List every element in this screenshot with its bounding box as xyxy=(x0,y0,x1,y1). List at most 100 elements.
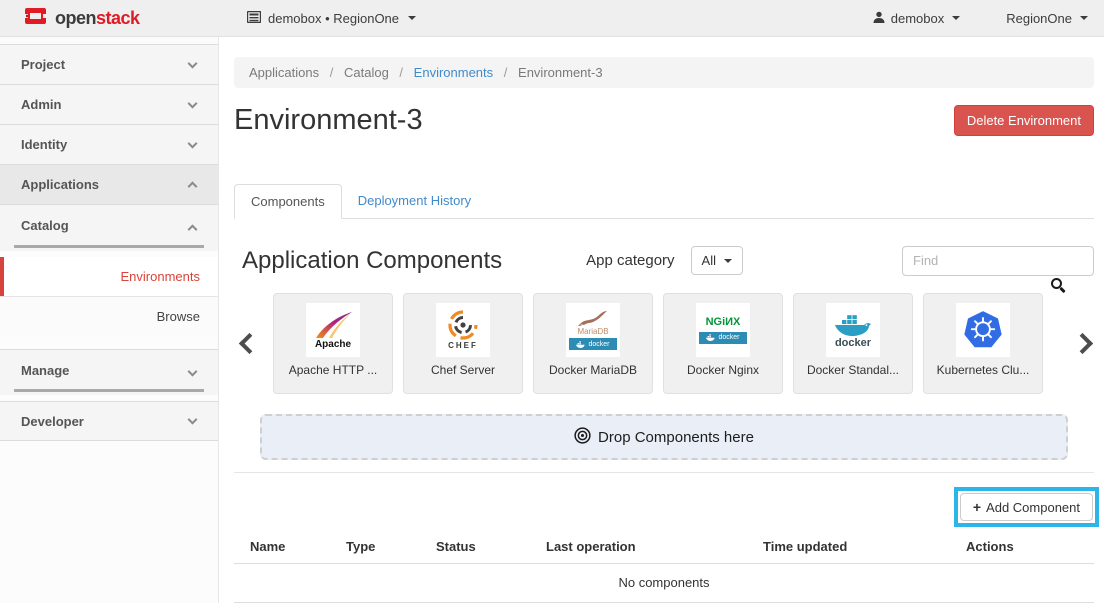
tab-deployment-history[interactable]: Deployment History xyxy=(342,184,487,218)
app-card-label: Chef Server xyxy=(404,363,522,377)
chevron-down-icon xyxy=(408,16,416,20)
horizon-dashboard: openstack demobox • RegionOne xyxy=(0,0,1104,603)
sidebar-item-catalog[interactable]: Catalog xyxy=(0,205,218,251)
sidebar-item-environments[interactable]: Environments xyxy=(0,257,218,297)
chevron-down-icon xyxy=(188,58,198,68)
openstack-logo-text: openstack xyxy=(55,8,140,29)
column-header-last-operation: Last operation xyxy=(538,531,755,564)
sidebar: Project Admin Identity Applications Cata… xyxy=(0,37,219,603)
column-header-status: Status xyxy=(428,531,538,564)
app-card-docker-mariadb[interactable]: MariaDB docker Dock xyxy=(533,293,653,394)
table-empty-row: No components xyxy=(234,564,1094,603)
user-icon xyxy=(873,11,885,26)
plus-icon: + xyxy=(973,499,981,515)
sidebar-item-browse[interactable]: Browse xyxy=(0,297,218,337)
app-card-docker-standalone[interactable]: docker Docker Standal... xyxy=(793,293,913,394)
page-header: Environment-3 Delete Environment xyxy=(234,103,1094,137)
docker-badge-text: docker xyxy=(718,334,739,341)
carousel-prev-button[interactable] xyxy=(239,333,260,354)
sidebar-group-indicator xyxy=(14,245,204,248)
sidebar-item-identity[interactable]: Identity xyxy=(0,125,218,165)
column-header-type: Type xyxy=(338,531,428,564)
apache-logo-text: Apache xyxy=(315,340,351,350)
sidebar-group-indicator xyxy=(14,389,204,392)
column-header-name: Name xyxy=(234,531,338,564)
chevron-down-icon xyxy=(188,138,198,148)
sidebar-item-label: Applications xyxy=(21,177,99,192)
app-card-apache[interactable]: Apache Apache HTTP ... xyxy=(273,293,393,394)
sidebar-item-label: Browse xyxy=(157,309,200,324)
chef-logo-text: CHEF xyxy=(448,342,478,350)
delete-environment-button[interactable]: Delete Environment xyxy=(954,105,1094,136)
context-switcher-label: demobox • RegionOne xyxy=(268,11,399,26)
chef-logo-icon: CHEF xyxy=(436,303,490,357)
sidebar-item-admin[interactable]: Admin xyxy=(0,85,218,125)
app-card-label: Docker Nginx xyxy=(664,363,782,377)
column-header-actions: Actions xyxy=(958,531,1094,564)
sidebar-item-label: Environments xyxy=(121,269,200,284)
sidebar-item-developer[interactable]: Developer xyxy=(0,401,218,441)
docker-logo-text: docker xyxy=(835,338,871,349)
app-category-value: All xyxy=(702,253,716,268)
app-category-dropdown[interactable]: All xyxy=(691,246,743,275)
region-menu[interactable]: RegionOne xyxy=(1006,11,1088,26)
openstack-logo[interactable]: openstack xyxy=(24,6,140,31)
sidebar-item-label: Identity xyxy=(21,137,67,152)
sidebar-item-label: Project xyxy=(21,57,65,72)
breadcrumb-item-applications: Applications xyxy=(249,65,319,80)
find-input[interactable] xyxy=(902,246,1094,276)
app-card-label: Apache HTTP ... xyxy=(274,363,392,377)
add-component-button[interactable]: + Add Component xyxy=(960,493,1093,521)
add-component-label: Add Component xyxy=(986,500,1080,515)
sidebar-item-manage[interactable]: Manage xyxy=(0,349,218,395)
chevron-down-icon xyxy=(1080,16,1088,20)
app-card-list: Apache Apache HTTP ... CHEF xyxy=(273,293,1043,394)
app-card-label: Docker Standal... xyxy=(794,363,912,377)
carousel-next-button[interactable] xyxy=(1072,333,1093,354)
page-title: Environment-3 xyxy=(234,103,423,137)
breadcrumb-separator: / xyxy=(330,65,334,80)
bullseye-target-icon xyxy=(574,427,591,448)
docker-logo-icon: docker xyxy=(826,303,880,357)
topbar-right-menus: demobox RegionOne xyxy=(873,11,1088,26)
app-card-docker-nginx[interactable]: NGiИX docker Docker xyxy=(663,293,783,394)
docker-whale-icon xyxy=(706,334,715,341)
components-panel-header: Application Components App category All xyxy=(234,245,1094,276)
sidebar-item-label: Admin xyxy=(21,97,61,112)
app-category-label: App category xyxy=(586,252,674,269)
app-card-chef[interactable]: CHEF Chef Server xyxy=(403,293,523,394)
domain-list-icon xyxy=(247,11,261,26)
top-navbar: openstack demobox • RegionOne xyxy=(0,0,1104,37)
chevron-up-icon xyxy=(188,224,198,234)
breadcrumb-separator: / xyxy=(399,65,403,80)
table-header-row: Name Type Status Last operation Time upd… xyxy=(234,531,1094,564)
apache-logo-icon: Apache xyxy=(306,303,360,357)
tab-components[interactable]: Components xyxy=(234,184,342,219)
breadcrumb-item-catalog: Catalog xyxy=(344,65,389,80)
chevron-down-icon xyxy=(952,16,960,20)
docker-badge: docker xyxy=(699,332,747,344)
active-item-indicator xyxy=(0,257,4,296)
empty-message: No components xyxy=(234,564,1094,603)
region-menu-label: RegionOne xyxy=(1006,11,1072,26)
components-carousel: Apache Apache HTTP ... CHEF xyxy=(234,292,1094,395)
sidebar-item-label: Catalog xyxy=(21,218,69,233)
search-icon[interactable] xyxy=(1051,278,1062,289)
sidebar-item-applications[interactable]: Applications xyxy=(0,165,218,205)
mariadb-logo-text: MariaDB xyxy=(577,328,608,336)
components-table: Name Type Status Last operation Time upd… xyxy=(234,531,1094,603)
sidebar-item-project[interactable]: Project xyxy=(0,45,218,85)
tab-bar: Components Deployment History xyxy=(234,184,1094,219)
section-divider xyxy=(234,472,1094,473)
components-panel: Application Components App category All xyxy=(234,245,1094,603)
main-content: Applications / Catalog / Environments / … xyxy=(220,37,1104,603)
app-card-kubernetes[interactable]: Kubernetes Clu... xyxy=(923,293,1043,394)
breadcrumb-link-environments[interactable]: Environments xyxy=(414,65,493,80)
user-menu[interactable]: demobox xyxy=(873,11,960,26)
drop-components-zone[interactable]: Drop Components here xyxy=(260,414,1068,460)
project-context-switcher[interactable]: demobox • RegionOne xyxy=(247,11,416,26)
mariadb-logo-icon: MariaDB docker xyxy=(566,303,620,357)
add-component-row: + Add Component xyxy=(234,487,1094,527)
section-title: Application Components xyxy=(242,247,502,275)
drop-zone-label: Drop Components here xyxy=(598,429,754,446)
